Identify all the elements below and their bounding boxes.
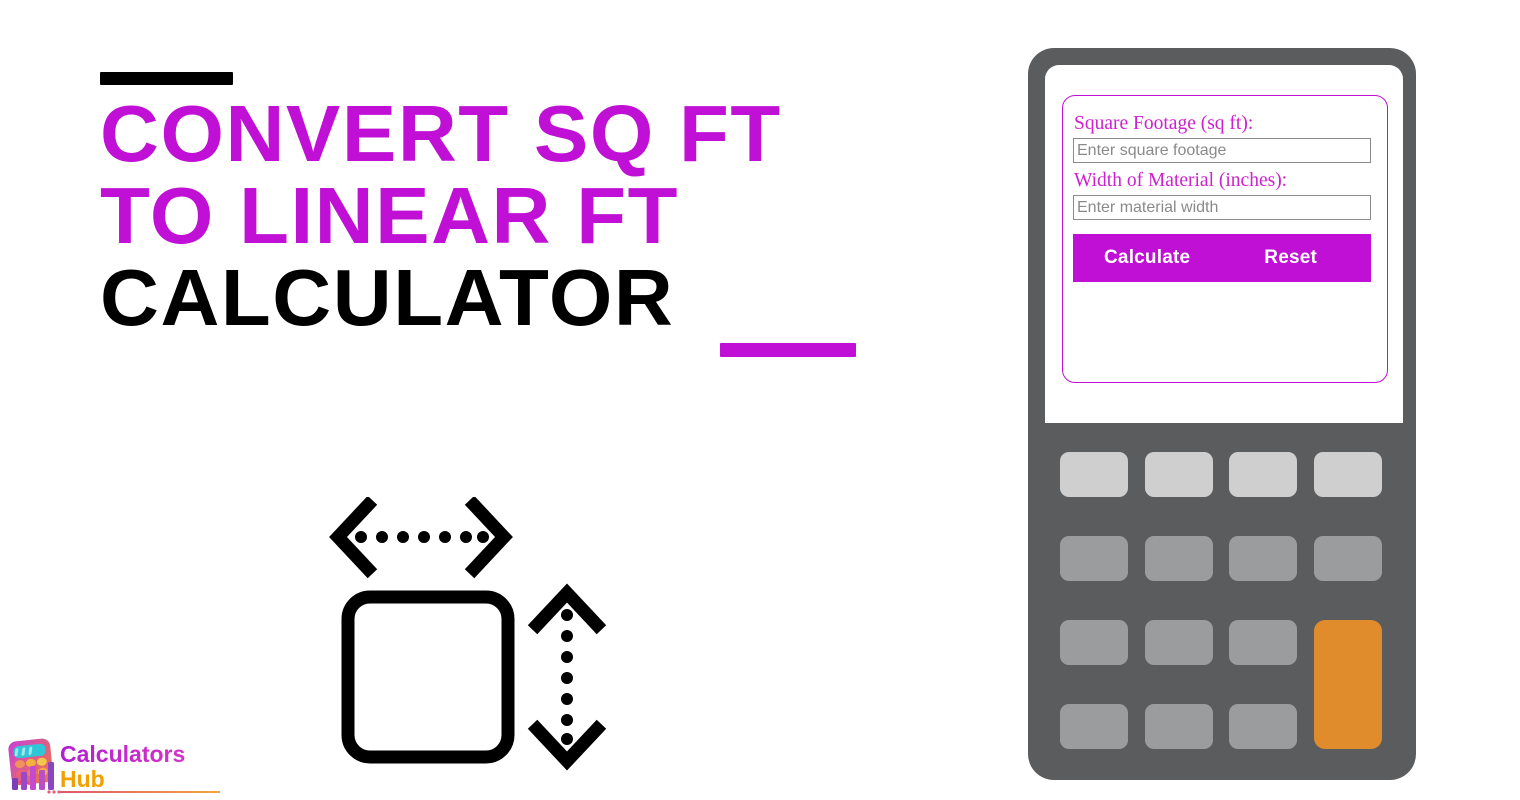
title-accent-dash-row bbox=[100, 339, 900, 361]
logo-text-line2: Hub bbox=[60, 766, 105, 792]
keypad-key-accent-tall[interactable] bbox=[1313, 620, 1382, 749]
title-accent-dash-top bbox=[100, 72, 233, 85]
keypad-key-r4c1[interactable] bbox=[1060, 704, 1128, 749]
calculators-hub-logo[interactable]: Calculators Hub bbox=[4, 736, 224, 798]
keypad-key-r2c1[interactable] bbox=[1060, 536, 1128, 581]
square-footage-input[interactable] bbox=[1073, 138, 1371, 163]
keypad-key-r1c4[interactable] bbox=[1313, 452, 1382, 497]
material-width-label: Width of Material (inches): bbox=[1074, 170, 1288, 191]
keypad-key-r1c1[interactable] bbox=[1060, 452, 1128, 497]
keypad-key-r2c3[interactable] bbox=[1229, 536, 1297, 581]
calculator-form-card: Square Footage (sq ft): Width of Materia… bbox=[1062, 95, 1388, 383]
reset-button[interactable]: Reset bbox=[1264, 247, 1317, 269]
field-group-material-width: Width of Material (inches): bbox=[1073, 169, 1371, 220]
keypad-key-r1c2[interactable] bbox=[1144, 452, 1213, 497]
page-title: Convert Sq Ft To Linear Ft Calculator bbox=[100, 72, 900, 361]
keypad-key-r3c3[interactable] bbox=[1229, 620, 1297, 665]
calculate-button[interactable]: Calculate bbox=[1104, 247, 1190, 269]
title-lines: Convert Sq Ft To Linear Ft Calculator bbox=[100, 93, 900, 339]
calculator-button-bar: Calculate Reset bbox=[1073, 234, 1371, 282]
keypad-key-r1c3[interactable] bbox=[1229, 452, 1297, 497]
keypad-key-r2c2[interactable] bbox=[1144, 536, 1213, 581]
keypad-key-r2c4[interactable] bbox=[1313, 536, 1382, 581]
hero-section: Convert Sq Ft To Linear Ft Calculator bbox=[0, 0, 1000, 800]
logo-text-line1: Calculators bbox=[60, 741, 185, 767]
title-line-2: To Linear Ft bbox=[100, 171, 679, 260]
field-group-square-footage: Square Footage (sq ft): bbox=[1073, 112, 1371, 163]
calculator-keypad bbox=[1060, 452, 1382, 750]
square-footage-label: Square Footage (sq ft): bbox=[1074, 113, 1254, 134]
keypad-key-r3c1[interactable] bbox=[1060, 620, 1128, 665]
title-line-3: Calculator bbox=[100, 253, 675, 342]
title-accent-dash-bottom bbox=[720, 343, 856, 357]
material-width-input[interactable] bbox=[1073, 195, 1371, 220]
keypad-key-r3c2[interactable] bbox=[1144, 620, 1213, 665]
keypad-key-r4c2[interactable] bbox=[1144, 704, 1213, 749]
title-line-1: Convert Sq Ft bbox=[100, 89, 782, 178]
dimension-square-icon bbox=[322, 497, 622, 777]
keypad-key-r4c3[interactable] bbox=[1229, 704, 1297, 749]
